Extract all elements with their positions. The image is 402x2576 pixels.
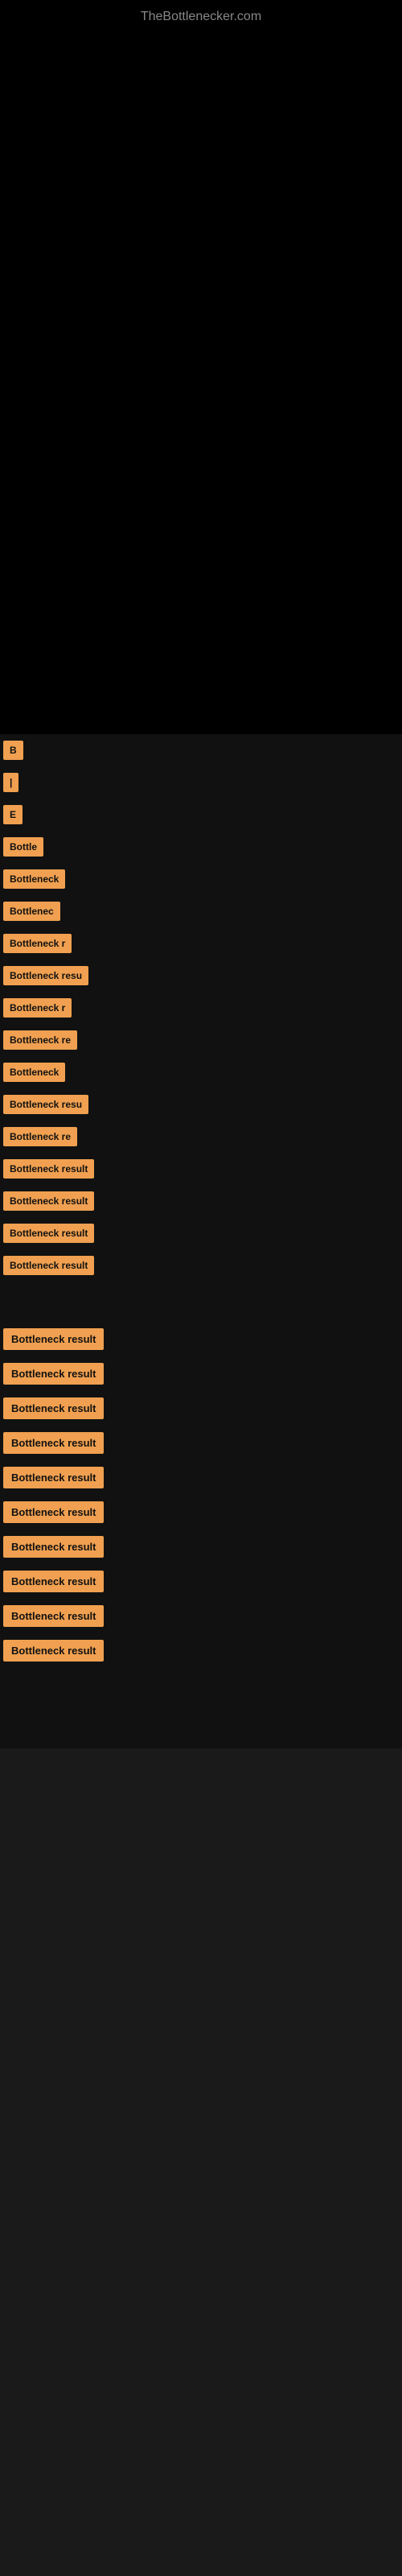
result-badge-2: | [3,773,18,792]
result-row-8: Bottleneck resu [0,960,402,992]
result-row-20: Bottleneck result [0,1391,402,1426]
result-badge-9: Bottleneck r [3,998,72,1018]
result-badge-6: Bottlenec [3,902,60,921]
result-row-27: Bottleneck result [0,1633,402,1668]
result-badge-18: Bottleneck result [3,1328,104,1350]
result-row-12: Bottleneck resu [0,1088,402,1121]
result-badge-24: Bottleneck result [3,1536,104,1558]
site-title: TheBottlenecker.com [0,0,402,34]
result-row-9: Bottleneck r [0,992,402,1024]
result-badge-13: Bottleneck re [3,1127,77,1146]
result-badge-27: Bottleneck result [3,1640,104,1662]
result-row-7: Bottleneck r [0,927,402,960]
result-row-11: Bottleneck [0,1056,402,1088]
result-row-5: Bottleneck [0,863,402,895]
result-row-24: Bottleneck result [0,1530,402,1564]
result-row-17: Bottleneck result [0,1249,402,1282]
result-badge-7: Bottleneck r [3,934,72,953]
result-badge-25: Bottleneck result [3,1571,104,1592]
result-row-3: E [0,799,402,831]
result-badge-20: Bottleneck result [3,1397,104,1419]
result-row-18: Bottleneck result [0,1322,402,1356]
result-badge-8: Bottleneck resu [3,966,88,985]
result-badge-17: Bottleneck result [3,1256,94,1275]
result-badge-22: Bottleneck result [3,1467,104,1488]
result-badge-12: Bottleneck resu [3,1095,88,1114]
result-row-14: Bottleneck result [0,1153,402,1185]
result-row-19: Bottleneck result [0,1356,402,1391]
result-badge-3: E [3,805,23,824]
result-badge-16: Bottleneck result [3,1224,94,1243]
result-badge-26: Bottleneck result [3,1605,104,1627]
result-row-21: Bottleneck result [0,1426,402,1460]
result-badge-21: Bottleneck result [3,1432,104,1454]
result-row-26: Bottleneck result [0,1599,402,1633]
result-badge-1: B [3,741,23,760]
result-row-4: Bottle [0,831,402,863]
result-row-1: B [0,734,402,766]
result-badge-11: Bottleneck [3,1063,65,1082]
results-section: B | E Bottle Bottleneck Bottlenec Bottle… [0,734,402,1748]
result-row-6: Bottlenec [0,895,402,927]
result-row-23: Bottleneck result [0,1495,402,1530]
result-badge-14: Bottleneck result [3,1159,94,1179]
result-badge-4: Bottle [3,837,43,857]
result-row-2: | [0,766,402,799]
result-badge-5: Bottleneck [3,869,65,889]
dark-content-area [0,34,402,734]
result-row-22: Bottleneck result [0,1460,402,1495]
result-badge-15: Bottleneck result [3,1191,94,1211]
result-badge-10: Bottleneck re [3,1030,77,1050]
result-row-13: Bottleneck re [0,1121,402,1153]
result-row-25: Bottleneck result [0,1564,402,1599]
result-badge-23: Bottleneck result [3,1501,104,1523]
result-row-10: Bottleneck re [0,1024,402,1056]
result-row-16: Bottleneck result [0,1217,402,1249]
result-row-15: Bottleneck result [0,1185,402,1217]
result-badge-19: Bottleneck result [3,1363,104,1385]
